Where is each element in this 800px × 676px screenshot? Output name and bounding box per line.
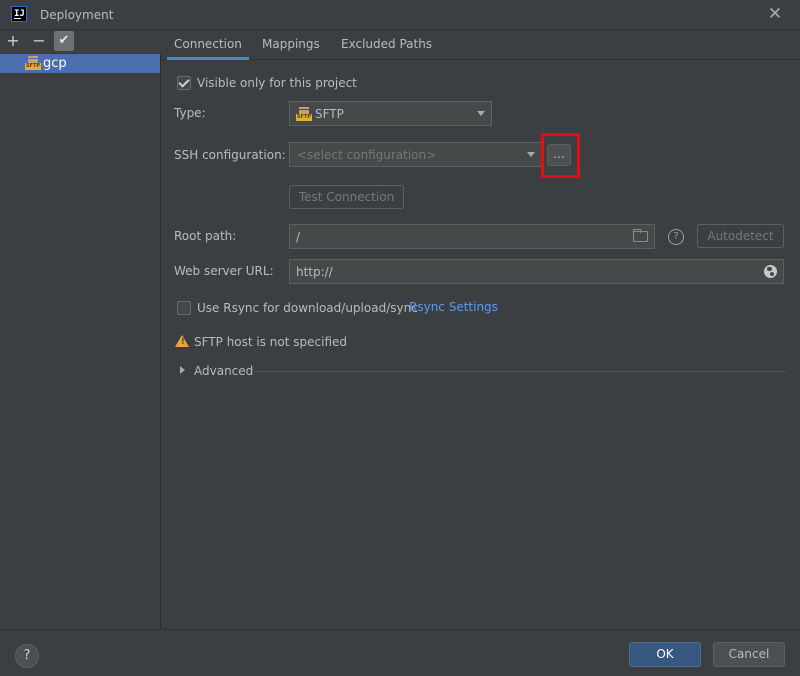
chevron-down-icon <box>477 111 485 116</box>
server-item-label: gcp <box>43 56 67 71</box>
web-server-url-field[interactable]: http:// <box>289 259 784 284</box>
chevron-down-icon <box>527 152 535 157</box>
intellij-app-icon: IJ <box>11 6 27 22</box>
test-connection-button[interactable]: Test Connection <box>289 185 404 209</box>
title-bar: IJ Deployment ✕ <box>0 0 800 30</box>
help-icon[interactable]: ? <box>668 229 684 245</box>
use-rsync-checkbox[interactable] <box>177 301 191 315</box>
use-rsync-label: Use Rsync for download/upload/sync <box>197 301 418 315</box>
advanced-section-toggle[interactable]: Advanced <box>194 364 253 378</box>
ssh-configuration-placeholder: <select configuration> <box>297 148 437 162</box>
help-button[interactable]: ? <box>15 644 39 668</box>
server-list: SFTP gcp <box>0 54 161 629</box>
root-path-value: / <box>296 230 301 244</box>
settings-tabs: Connection Mappings Excluded Paths <box>161 30 800 60</box>
add-server-button[interactable]: + <box>3 31 23 51</box>
close-icon[interactable]: ✕ <box>766 5 784 23</box>
ok-button[interactable]: OK <box>629 642 701 667</box>
type-selected-value: SFTP <box>315 107 344 121</box>
type-label: Type: <box>174 106 206 120</box>
warning-icon: ! <box>175 335 189 347</box>
server-list-toolbar: + − ✔ <box>0 30 160 54</box>
tab-excluded-paths[interactable]: Excluded Paths <box>341 37 432 51</box>
autodetect-button[interactable]: Autodetect <box>697 224 784 248</box>
sftp-icon: SFTP <box>25 56 41 70</box>
sftp-icon: SFTP <box>296 107 312 121</box>
cancel-button[interactable]: Cancel <box>713 642 785 667</box>
window-title: Deployment <box>40 8 114 22</box>
server-item-gcp[interactable]: SFTP gcp <box>0 54 160 73</box>
warning-message: SFTP host is not specified <box>194 335 348 349</box>
folder-icon[interactable] <box>633 229 648 242</box>
web-server-url-label: Web server URL: <box>174 264 274 278</box>
tab-connection[interactable]: Connection <box>174 37 242 51</box>
rsync-settings-link[interactable]: Rsync Settings <box>409 300 498 314</box>
active-tab-indicator <box>167 57 249 60</box>
visible-only-checkbox[interactable] <box>177 76 191 90</box>
root-path-field[interactable]: / <box>289 224 655 249</box>
type-dropdown[interactable]: SFTP SFTP <box>289 101 492 126</box>
divider <box>252 371 786 372</box>
web-server-url-value: http:// <box>296 265 333 279</box>
visible-only-label: Visible only for this project <box>197 76 357 90</box>
ssh-configuration-dropdown[interactable]: <select configuration> <box>289 142 542 167</box>
tab-mappings[interactable]: Mappings <box>262 37 320 51</box>
globe-icon[interactable] <box>764 265 777 278</box>
ssh-configuration-label: SSH configuration: <box>174 148 286 162</box>
remove-server-button[interactable]: − <box>29 31 49 51</box>
chevron-right-icon[interactable] <box>180 366 185 374</box>
root-path-label: Root path: <box>174 229 237 243</box>
dialog-footer: ? OK Cancel <box>0 629 800 676</box>
ssh-configuration-browse-button[interactable]: ... <box>547 144 571 166</box>
use-as-default-button[interactable]: ✔ <box>54 31 74 51</box>
